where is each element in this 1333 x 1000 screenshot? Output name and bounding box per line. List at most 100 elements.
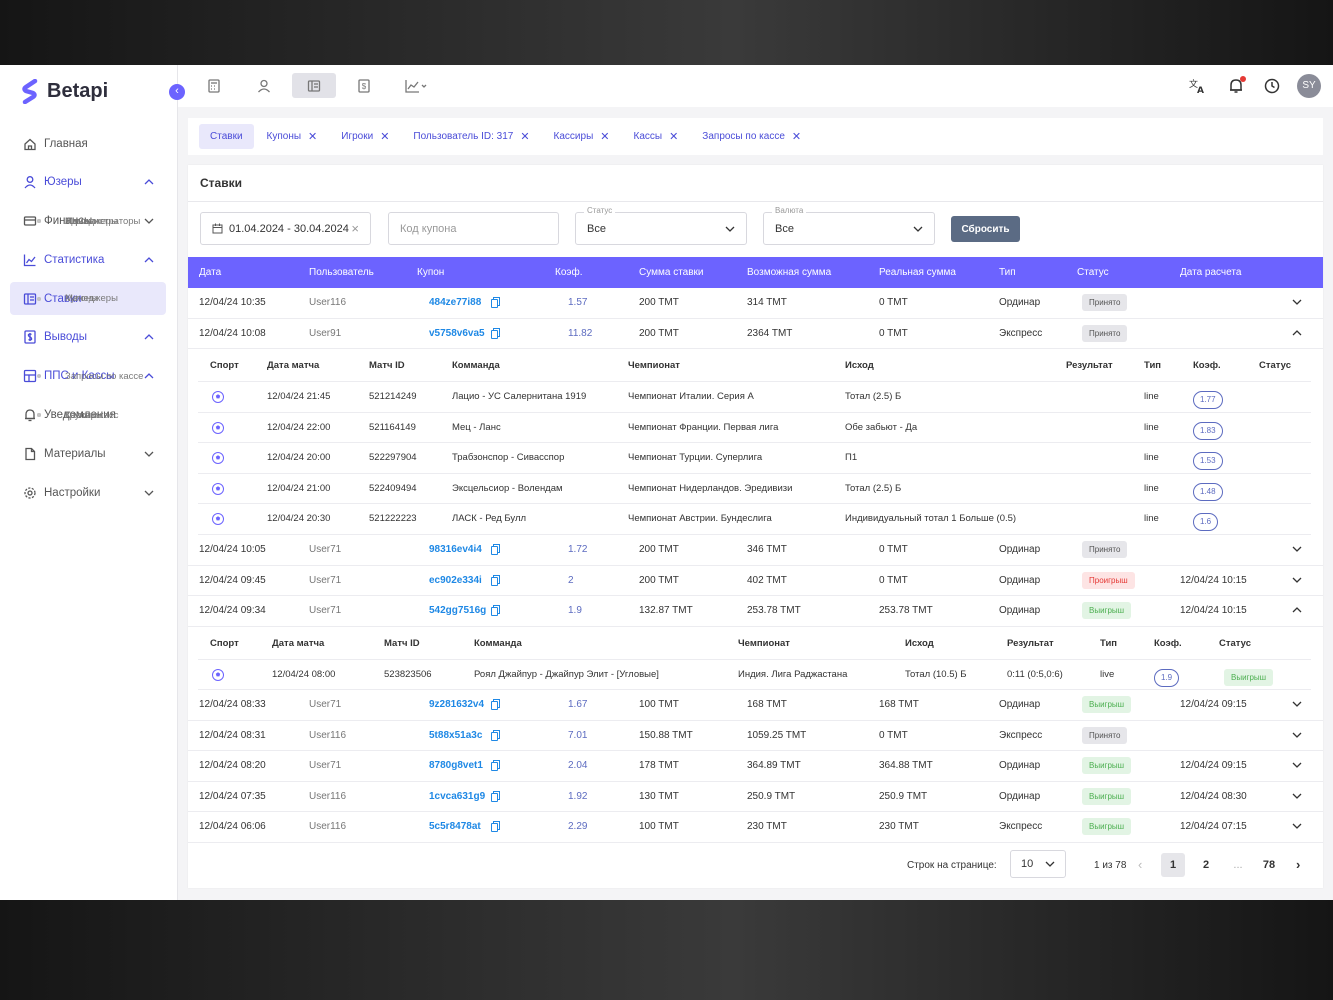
bet-user[interactable]: User71	[309, 605, 341, 616]
calculator-icon[interactable]	[192, 73, 236, 98]
copy-icon[interactable]	[491, 574, 500, 586]
coupon-link[interactable]: 98316ev4i4	[429, 544, 482, 555]
chart-icon[interactable]	[398, 73, 434, 98]
chevron-down-icon[interactable]	[1292, 699, 1302, 710]
copy-icon[interactable]	[491, 297, 500, 308]
close-tab-icon[interactable]: ✕	[520, 130, 529, 143]
sidebar-item-settings[interactable]: Настройки	[10, 476, 166, 509]
column-header[interactable]: Купон	[417, 267, 444, 278]
column-header[interactable]: Пользователь	[309, 267, 374, 278]
next-page-icon[interactable]: ›	[1296, 857, 1300, 872]
table-row[interactable]: 12/04/24 06:06 User116 5c5r8478at 2.29 100 T…	[188, 812, 1323, 843]
reset-button[interactable]: Сбросить	[951, 216, 1020, 242]
table-row[interactable]: 12/04/24 08:20 User71 8780g8vet1 2.04 178 TM…	[188, 751, 1323, 782]
coupon-link[interactable]: 8780g8vet1	[429, 760, 483, 771]
bet-user[interactable]: User71	[309, 760, 341, 771]
logo[interactable]: Betapi	[22, 79, 108, 104]
coupon-link[interactable]: 5t88x51a3c	[429, 730, 482, 741]
chevron-down-icon[interactable]	[1292, 821, 1302, 832]
bet-user[interactable]: User116	[309, 297, 346, 308]
finance-icon[interactable]: $	[342, 73, 386, 98]
translate-icon[interactable]: 文A	[1188, 76, 1208, 96]
copy-icon[interactable]	[491, 327, 500, 339]
tab-0[interactable]: Ставки	[199, 124, 254, 149]
page-button-1[interactable]: 1	[1161, 853, 1185, 877]
coupon-link[interactable]: 1cvca631g9	[429, 791, 485, 802]
tab-4[interactable]: Кассиры ✕	[543, 124, 621, 149]
collapse-sidebar-button[interactable]: ‹	[169, 84, 185, 100]
bet-user[interactable]: User71	[309, 544, 341, 555]
chevron-down-icon[interactable]	[1292, 544, 1302, 555]
copy-icon[interactable]	[491, 605, 500, 616]
user-icon[interactable]	[242, 73, 286, 98]
clock-icon[interactable]	[1262, 76, 1282, 96]
column-header[interactable]: Реальная сумма	[879, 267, 956, 278]
copy-icon[interactable]	[491, 790, 500, 802]
copy-icon[interactable]	[491, 760, 500, 772]
table-row[interactable]: 12/04/24 10:35 User116 484ze77i88 1.57 200 T…	[188, 288, 1323, 319]
clear-date-icon[interactable]: ×	[351, 221, 359, 236]
chevron-down-icon[interactable]	[1292, 297, 1302, 308]
chevron-up-icon[interactable]	[1292, 328, 1302, 339]
column-header[interactable]: Дата	[199, 267, 221, 278]
bet-user[interactable]: User71	[309, 575, 341, 586]
avatar[interactable]: SY	[1297, 74, 1321, 98]
chevron-down-icon[interactable]	[1292, 791, 1302, 802]
column-header[interactable]: Тип	[999, 267, 1016, 278]
bet-user[interactable]: User71	[309, 699, 341, 710]
notifications-bell-icon[interactable]	[1226, 76, 1246, 96]
copy-icon[interactable]	[491, 729, 500, 741]
table-row[interactable]: 12/04/24 08:33 User71 9z281632v4 1.67 100 TM…	[188, 690, 1323, 721]
currency-select[interactable]: Валюта Все	[763, 206, 935, 245]
sidebar-item-materials[interactable]: Материалы	[10, 437, 166, 470]
column-header[interactable]: Дата расчета	[1180, 267, 1241, 278]
coupon-link[interactable]: 9z281632v4	[429, 699, 484, 710]
column-header[interactable]: Возможная сумма	[747, 267, 831, 278]
sidebar-item-withdrawals[interactable]: Выводы	[10, 321, 166, 354]
sidebar-item-statistics[interactable]: Статистика	[10, 243, 166, 276]
page-button-78[interactable]: 78	[1257, 853, 1281, 877]
betslip-icon[interactable]	[292, 73, 336, 98]
tab-5[interactable]: Кассы ✕	[623, 124, 690, 149]
sidebar-item-users[interactable]: Юзеры	[10, 166, 166, 199]
chevron-up-icon[interactable]	[1292, 605, 1302, 616]
coupon-link[interactable]: 542gg7516g	[429, 605, 486, 616]
table-row[interactable]: 12/04/24 07:35 User116 1cvca631g9 1.92 130 T…	[188, 782, 1323, 813]
bet-user[interactable]: User116	[309, 730, 346, 741]
coupon-link[interactable]: ec902e334i	[429, 575, 482, 586]
table-row[interactable]: 12/04/24 09:34 User71 542gg7516g 1.9 132.87 …	[188, 596, 1323, 627]
page-button-2[interactable]: 2	[1194, 853, 1218, 877]
copy-icon[interactable]	[491, 821, 500, 833]
column-header[interactable]: Статус	[1077, 267, 1109, 278]
column-header[interactable]: Сумма ставки	[639, 267, 704, 278]
coupon-link[interactable]: 5c5r8478at	[429, 821, 481, 832]
coupon-link[interactable]: 484ze77i88	[429, 297, 481, 308]
close-tab-icon[interactable]: ✕	[669, 130, 678, 143]
sidebar-item-home[interactable]: Главная	[10, 127, 166, 160]
prev-page-icon[interactable]: ‹	[1138, 857, 1142, 872]
coupon-link[interactable]: v5758v6va5	[429, 328, 485, 339]
table-row[interactable]: 12/04/24 10:05 User71 98316ev4i4 1.72 200 TM…	[188, 535, 1323, 566]
column-header[interactable]: Коэф.	[555, 267, 583, 278]
coupon-code-input[interactable]: Код купона	[388, 212, 559, 245]
bet-user[interactable]: User116	[309, 791, 346, 802]
chevron-down-icon[interactable]	[1292, 730, 1302, 741]
tab-1[interactable]: Купоны ✕	[256, 124, 329, 149]
table-row[interactable]: 12/04/24 10:08 User91 v5758v6va5 11.82 200 T…	[188, 319, 1323, 349]
chevron-down-icon[interactable]	[1292, 575, 1302, 586]
bet-user[interactable]: User116	[309, 821, 346, 832]
chevron-down-icon[interactable]	[1292, 760, 1302, 771]
rows-per-page-select[interactable]: 10	[1010, 850, 1066, 878]
close-tab-icon[interactable]: ✕	[380, 130, 389, 143]
status-select[interactable]: Статус Все	[575, 206, 747, 245]
tab-2[interactable]: Игроки ✕	[330, 124, 400, 149]
date-range-picker[interactable]: 01.04.2024 - 30.04.2024 ×	[200, 212, 371, 245]
table-row[interactable]: 12/04/24 09:45 User71 ec902e334i 2 200 TMT 40…	[188, 566, 1323, 596]
bet-user[interactable]: User91	[309, 328, 341, 339]
table-row[interactable]: 12/04/24 08:31 User116 5t88x51a3c 7.01 150.8…	[188, 721, 1323, 752]
copy-icon[interactable]	[491, 544, 500, 555]
close-tab-icon[interactable]: ✕	[600, 130, 609, 143]
close-tab-icon[interactable]: ✕	[792, 130, 801, 143]
copy-icon[interactable]	[491, 699, 500, 711]
tab-6[interactable]: Запросы по кассе ✕	[691, 124, 812, 149]
